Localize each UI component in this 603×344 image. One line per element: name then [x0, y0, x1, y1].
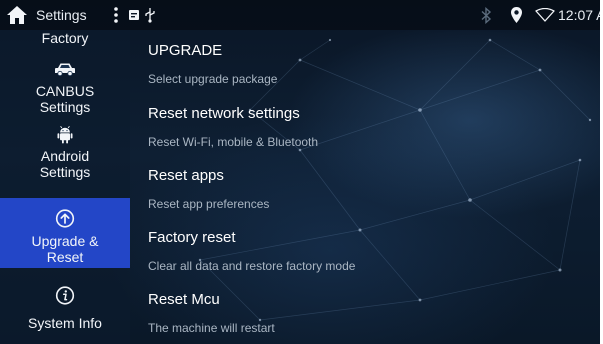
- car-icon: [55, 63, 75, 76]
- sidebar-item-upgrade-reset[interactable]: Upgrade & Reset: [0, 198, 130, 268]
- option-title: Reset network settings: [148, 105, 300, 122]
- usb-icon: [145, 8, 155, 23]
- option-description: Reset Wi-Fi, mobile & Bluetooth: [148, 135, 319, 149]
- option-title: Reset apps: [148, 167, 224, 184]
- notification-icon: [129, 10, 139, 20]
- home-icon[interactable]: [6, 4, 28, 26]
- sidebar-item-label-line1: Android: [40, 148, 90, 164]
- sidebar-item-label-line2: Settings: [39, 164, 91, 180]
- location-icon: [511, 7, 522, 23]
- screen: Settings 12:07 AM Factory: [0, 0, 600, 344]
- app-title: Settings: [36, 7, 87, 23]
- sidebar: Factory CANBUS Settings Android Settings…: [0, 30, 130, 344]
- option-description: The machine will restart: [148, 321, 275, 335]
- sidebar-item-system-info[interactable]: System Info: [0, 276, 130, 344]
- option-title: Factory reset: [148, 229, 236, 246]
- status-bar: Settings 12:07 AM: [0, 0, 600, 30]
- menu-dots-icon[interactable]: [112, 6, 120, 24]
- option-reset-network-settings[interactable]: Reset network settings Reset Wi-Fi, mobi…: [148, 105, 588, 149]
- settings-list: UPGRADE Select upgrade package Reset net…: [130, 30, 600, 344]
- sidebar-item-canbus-settings[interactable]: CANBUS Settings: [0, 56, 130, 118]
- option-upgrade[interactable]: UPGRADE Select upgrade package: [148, 42, 588, 86]
- sidebar-item-label-line2: Reset: [46, 249, 84, 265]
- option-description: Select upgrade package: [148, 72, 278, 86]
- sidebar-item-label-line1: CANBUS: [35, 83, 95, 99]
- option-title: UPGRADE: [148, 42, 223, 59]
- clock: 12:07 AM: [558, 7, 600, 23]
- sidebar-item-label-line1: Upgrade &: [31, 233, 99, 249]
- android-icon: [57, 126, 73, 144]
- option-description: Clear all data and restore factory mode: [148, 259, 356, 273]
- upgrade-arrow-icon: [55, 209, 75, 228]
- sidebar-item-label: Factory: [41, 30, 89, 46]
- option-description: Reset app preferences: [148, 197, 270, 211]
- sidebar-item-label-line2: Settings: [39, 99, 91, 115]
- option-reset-apps[interactable]: Reset apps Reset app preferences: [148, 167, 588, 211]
- bluetooth-icon: [481, 7, 492, 24]
- option-factory-reset[interactable]: Factory reset Clear all data and restore…: [148, 229, 588, 273]
- option-reset-mcu[interactable]: Reset Mcu The machine will restart: [148, 291, 588, 335]
- sidebar-item-android-settings[interactable]: Android Settings: [0, 122, 130, 184]
- info-icon: [55, 286, 75, 305]
- sidebar-item-label: System Info: [28, 315, 102, 331]
- option-title: Reset Mcu: [148, 291, 220, 308]
